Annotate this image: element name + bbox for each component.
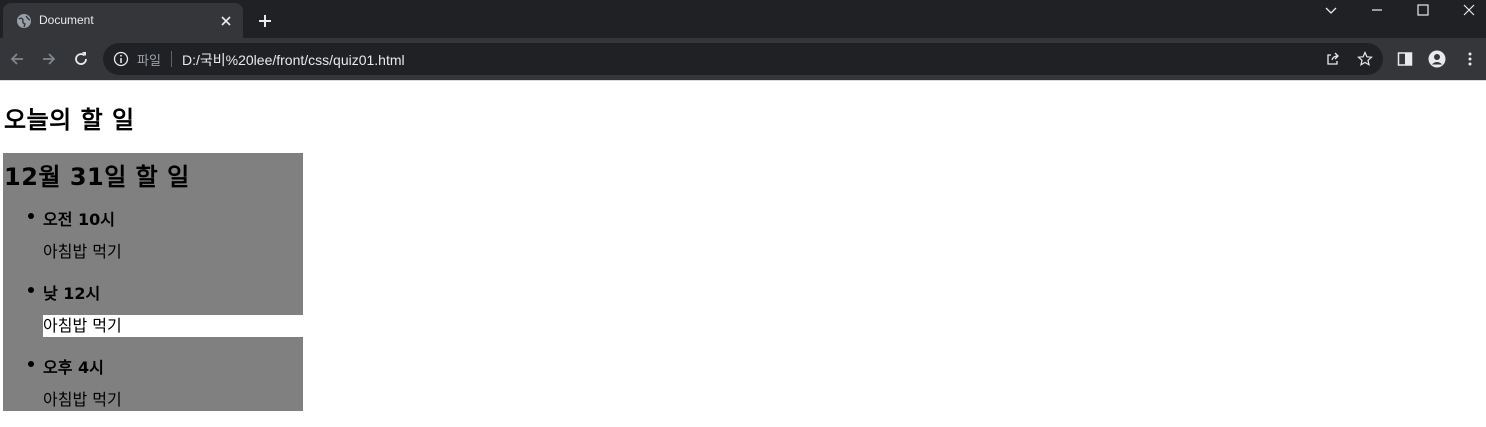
- profile-icon[interactable]: [1428, 50, 1446, 68]
- browser-toolbar: 파일 D:/국비%20lee/front/css/quiz01.html: [0, 38, 1486, 80]
- todo-desc: 아침밥 먹기: [43, 315, 303, 337]
- window-close-icon[interactable]: [1461, 4, 1477, 18]
- browser-tab[interactable]: Document: [3, 3, 243, 38]
- address-bar[interactable]: 파일 D:/국비%20lee/front/css/quiz01.html: [103, 43, 1383, 75]
- maximize-icon[interactable]: [1415, 4, 1431, 18]
- todo-time: 오전 10시: [43, 210, 115, 229]
- chevron-down-icon[interactable]: [1323, 4, 1339, 18]
- bullet: [28, 287, 34, 293]
- bullet: [28, 213, 34, 219]
- plus-icon[interactable]: [257, 13, 273, 29]
- scheme-label: 파일: [137, 54, 161, 69]
- bullet: [28, 361, 34, 367]
- todo-time: 오후 4시: [43, 358, 104, 377]
- minimize-icon[interactable]: [1369, 4, 1385, 18]
- page-title: 오늘의 할 일: [4, 106, 135, 134]
- panel-title: 12월 31일 할 일: [4, 163, 190, 191]
- menu-icon[interactable]: [1461, 50, 1479, 68]
- forward-icon[interactable]: [40, 50, 58, 68]
- close-icon[interactable]: [219, 14, 233, 28]
- globe-icon: [17, 14, 31, 28]
- tab-title: Document: [39, 13, 94, 27]
- side-panel-icon[interactable]: [1396, 50, 1414, 68]
- back-icon[interactable]: [8, 50, 26, 68]
- url-text[interactable]: D:/국비%20lee/front/css/quiz01.html: [182, 50, 405, 70]
- info-icon[interactable]: [113, 51, 129, 67]
- todo-panel: 12월 31일 할 일 오전 10시 아침밥 먹기 낮 12시 아침밥 먹기 오…: [3, 153, 303, 411]
- omnibox-divider: [171, 51, 172, 67]
- reload-icon[interactable]: [72, 50, 90, 68]
- todo-time: 낮 12시: [43, 284, 101, 303]
- share-icon[interactable]: [1325, 51, 1341, 67]
- page-border: [0, 80, 1486, 81]
- todo-desc: 아침밥 먹기: [43, 390, 122, 409]
- browser-titlebar: Document: [0, 0, 1486, 38]
- star-icon[interactable]: [1357, 51, 1373, 67]
- todo-desc: 아침밥 먹기: [43, 242, 122, 261]
